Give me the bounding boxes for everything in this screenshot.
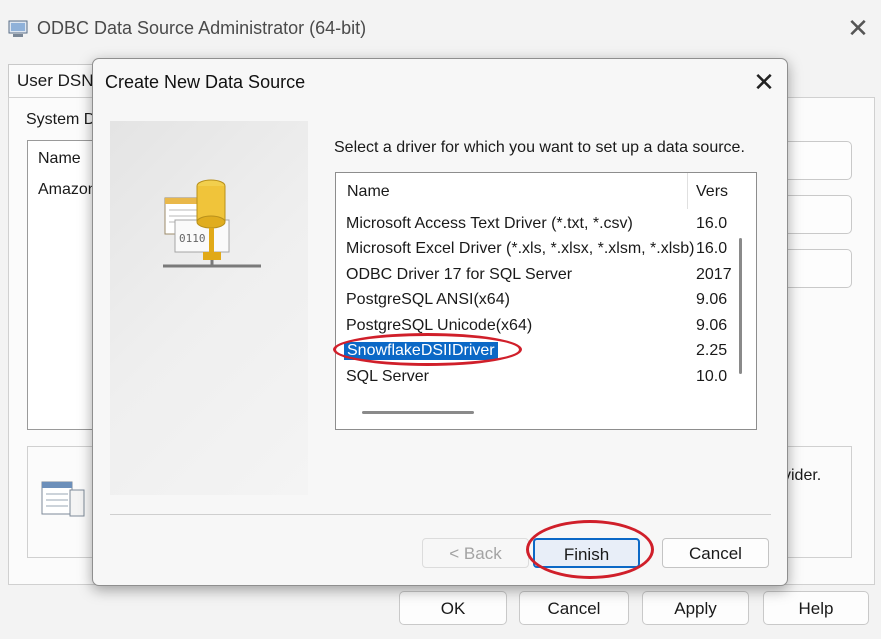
vertical-scrollbar[interactable] [739, 238, 742, 374]
create-new-data-source-dialog: Create New Data Source ✕ 0110 Select a d… [92, 58, 788, 586]
system-dsn-label: System D [26, 111, 96, 128]
close-icon[interactable]: ✕ [747, 65, 781, 99]
driver-name: SQL Server [346, 368, 429, 385]
remove-button[interactable] [780, 195, 852, 234]
driver-version: 9.06 [696, 291, 728, 308]
tab-user-dsn[interactable]: User DSN [8, 64, 98, 98]
list-item[interactable]: Microsoft Excel Driver (*.xls, *.xlsx, *… [336, 238, 731, 263]
column-divider[interactable] [687, 173, 688, 209]
list-column-header: Name [38, 150, 81, 167]
highlight-ellipse-driver [333, 333, 522, 366]
driver-version: 9.06 [696, 317, 728, 334]
list-item[interactable]: Microsoft Access Text Driver (*.txt, *.c… [336, 213, 731, 238]
driver-version: 16.0 [696, 215, 728, 232]
configure-button[interactable] [780, 249, 852, 288]
driver-name: ODBC Driver 17 for SQL Server [346, 266, 573, 283]
driver-version: 16.0 [696, 240, 728, 257]
data-source-info-icon [41, 481, 85, 517]
driver-name: Microsoft Excel Driver (*.xls, *.xlsx, *… [346, 240, 695, 257]
horizontal-scrollbar[interactable] [362, 411, 474, 414]
dialog-title: Create New Data Source [105, 72, 306, 92]
driver-name: Microsoft Access Text Driver (*.txt, *.c… [346, 215, 633, 232]
close-icon[interactable]: ✕ [842, 12, 874, 44]
ok-button[interactable]: OK [399, 591, 507, 625]
driver-list[interactable]: Name Vers Microsoft Access Text Driver (… [335, 172, 757, 430]
list-item[interactable]: Amazon [38, 181, 97, 199]
divider [110, 514, 771, 515]
list-item[interactable]: SQL Server 10.0 [336, 366, 731, 391]
add-button[interactable] [780, 141, 852, 180]
cancel-button[interactable]: Cancel [662, 538, 769, 568]
cancel-button[interactable]: Cancel [519, 591, 629, 625]
wizard-image-pane: 0110 [110, 121, 308, 495]
driver-version: 2017 [696, 266, 732, 283]
column-header-version[interactable]: Vers [696, 183, 728, 201]
help-button[interactable]: Help [763, 591, 869, 625]
back-button[interactable]: < Back [422, 538, 529, 568]
list-item[interactable]: PostgreSQL ANSI(x64) 9.06 [336, 289, 731, 314]
instruction-text: Select a driver for which you want to se… [334, 139, 745, 156]
driver-name: PostgreSQL ANSI(x64) [346, 291, 510, 308]
odbc-app-icon [8, 20, 28, 37]
highlight-ellipse-finish [526, 520, 654, 579]
column-header-name[interactable]: Name [347, 183, 390, 201]
info-text: vider. [783, 467, 822, 484]
apply-button[interactable]: Apply [642, 591, 749, 625]
svg-text:0110: 0110 [179, 232, 206, 245]
list-item[interactable]: ODBC Driver 17 for SQL Server 2017 [336, 264, 732, 289]
window-title: ODBC Data Source Administrator (64-bit) [37, 18, 367, 38]
database-driver-icon: 0110 [163, 179, 261, 268]
driver-version: 10.0 [696, 368, 728, 385]
driver-version: 2.25 [696, 342, 728, 359]
